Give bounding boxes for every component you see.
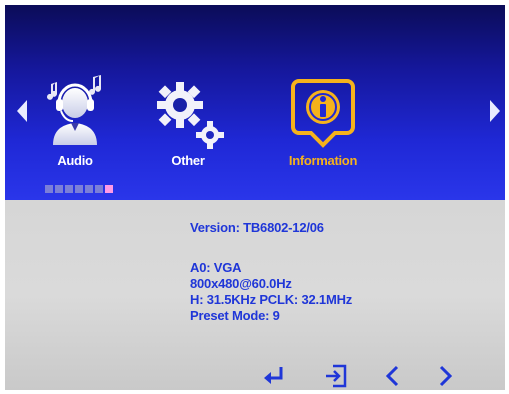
enter-icon[interactable]	[261, 363, 287, 389]
page-dot	[95, 185, 103, 193]
version-text: Version: TB6802-12/06	[190, 220, 324, 235]
page-dot	[85, 185, 93, 193]
menu-item-information[interactable]: Information	[273, 75, 373, 170]
page-indicator	[45, 185, 113, 193]
osd-frame: Audio Other Information Version: TB6802-…	[5, 5, 505, 390]
page-dot	[45, 185, 53, 193]
chevron-left-icon[interactable]	[380, 363, 406, 389]
headset-person-icon	[47, 75, 101, 145]
page-dot-active	[105, 185, 113, 193]
page-dot	[65, 185, 73, 193]
menu-bar: Audio Other Information	[5, 5, 505, 200]
menu-item-other[interactable]: Other	[138, 75, 238, 170]
menu-item-label: Information	[288, 153, 358, 168]
input-source-text: A0: VGA	[190, 260, 242, 275]
scroll-right-arrow-icon[interactable]	[490, 100, 500, 122]
chevron-right-icon[interactable]	[432, 363, 458, 389]
menu-item-label: Other	[171, 153, 205, 168]
menu-item-label: Audio	[57, 153, 93, 168]
page-dot	[55, 185, 63, 193]
preset-mode-text: Preset Mode: 9	[190, 308, 280, 323]
info-icon	[291, 79, 355, 148]
page-dot	[75, 185, 83, 193]
timing-text: H: 31.5KHz PCLK: 32.1MHz	[190, 292, 353, 307]
resolution-text: 800x480@60.0Hz	[190, 276, 292, 291]
gears-icon	[157, 82, 224, 149]
menu-item-audio[interactable]: Audio	[25, 75, 125, 170]
exit-icon[interactable]	[323, 363, 349, 389]
